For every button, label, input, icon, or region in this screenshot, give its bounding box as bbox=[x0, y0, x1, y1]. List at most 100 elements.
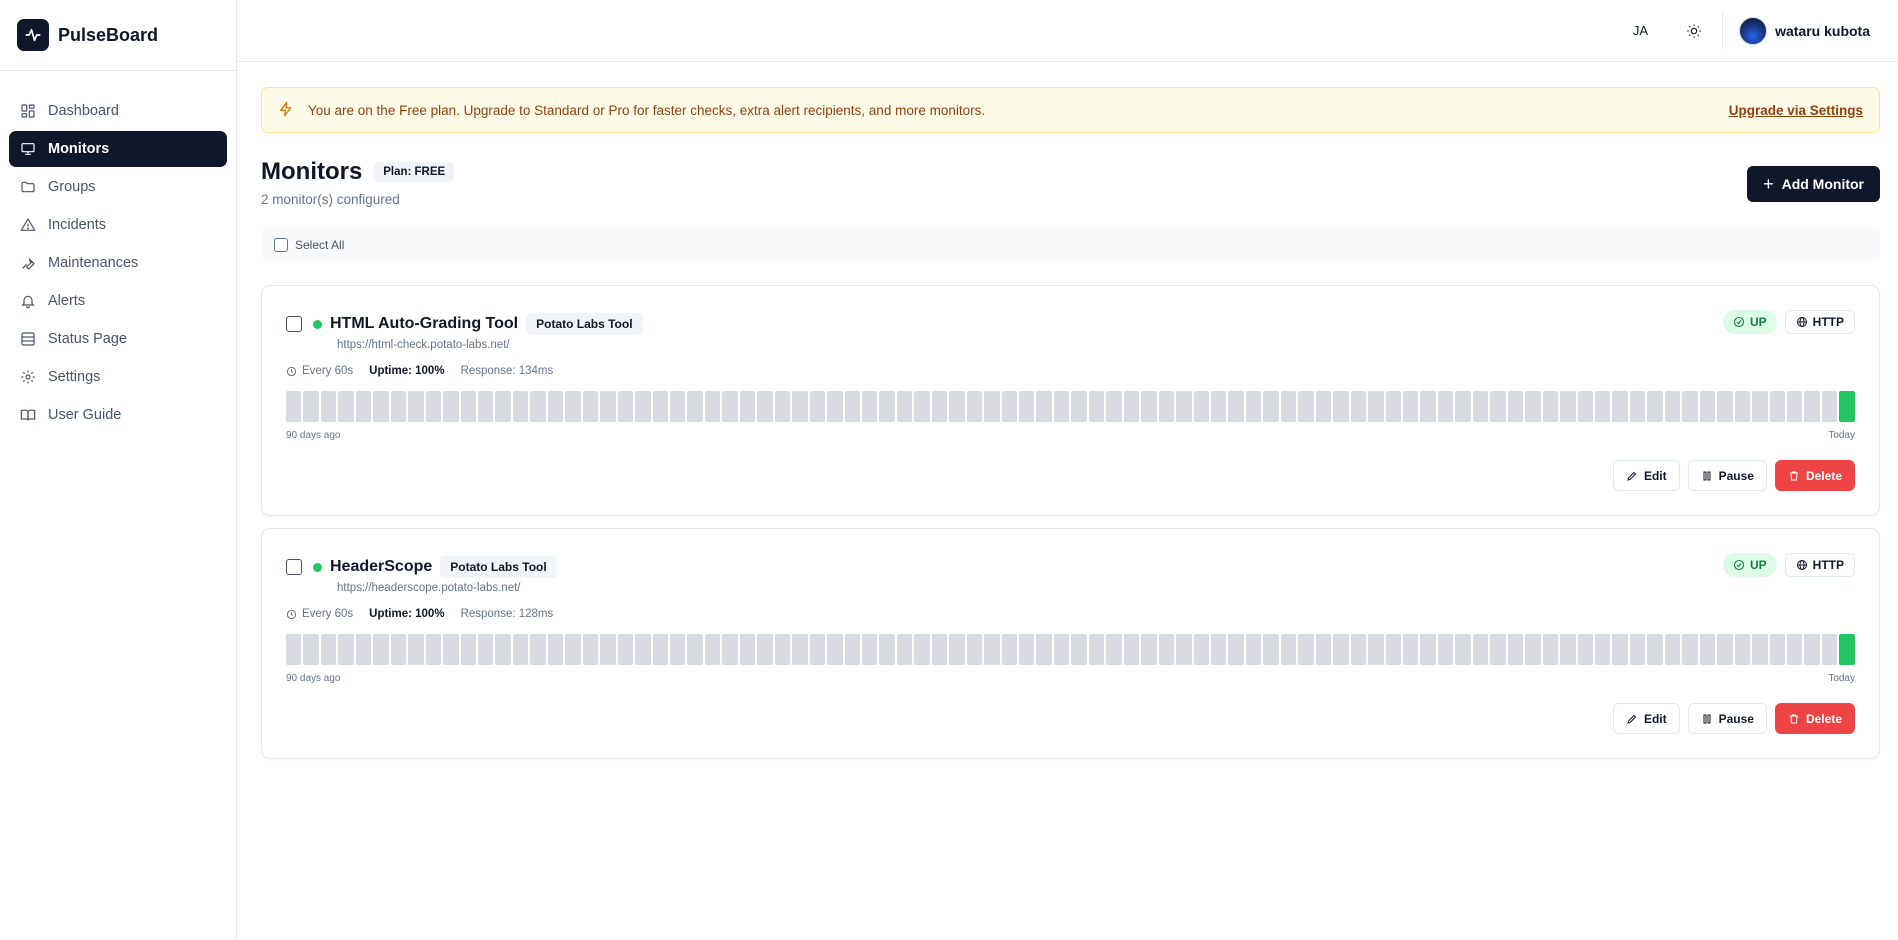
history-day-bar[interactable] bbox=[652, 391, 668, 422]
history-day-bar[interactable] bbox=[477, 391, 494, 422]
history-day-bar[interactable] bbox=[722, 634, 738, 665]
upgrade-link[interactable]: Upgrade via Settings bbox=[1729, 103, 1863, 118]
brand[interactable]: PulseBoard bbox=[0, 0, 236, 71]
history-day-bar[interactable] bbox=[1350, 391, 1367, 422]
monitor-select-checkbox[interactable] bbox=[286, 559, 302, 575]
user-menu[interactable]: wataru kubota bbox=[1739, 16, 1870, 45]
history-day-bar[interactable] bbox=[1769, 634, 1785, 665]
history-day-bar[interactable] bbox=[565, 391, 581, 422]
history-day-bar[interactable] bbox=[1682, 391, 1698, 422]
history-day-bar[interactable] bbox=[565, 634, 581, 665]
history-day-bar[interactable] bbox=[687, 634, 703, 665]
history-day-bar[interactable] bbox=[1717, 391, 1733, 422]
history-day-bar[interactable] bbox=[320, 391, 337, 422]
history-day-bar[interactable] bbox=[722, 391, 738, 422]
history-day-bar[interactable] bbox=[600, 391, 616, 422]
pause-button[interactable]: Pause bbox=[1687, 460, 1767, 491]
history-day-bar[interactable] bbox=[1699, 634, 1716, 665]
history-day-bar[interactable] bbox=[739, 634, 756, 665]
history-day-bar[interactable] bbox=[582, 634, 599, 665]
history-day-bar[interactable] bbox=[1804, 634, 1820, 665]
history-day-bar[interactable] bbox=[1734, 391, 1751, 422]
history-day-bar[interactable] bbox=[1542, 391, 1559, 422]
history-day-bar[interactable] bbox=[477, 634, 494, 665]
history-day-bar[interactable] bbox=[1542, 634, 1559, 665]
history-day-bar[interactable] bbox=[600, 634, 616, 665]
history-day-bar[interactable] bbox=[338, 634, 354, 665]
history-day-bar[interactable] bbox=[1053, 634, 1070, 665]
history-day-bar[interactable] bbox=[408, 634, 424, 665]
history-day-bar[interactable] bbox=[1176, 391, 1192, 422]
history-day-bar[interactable] bbox=[827, 391, 843, 422]
history-day-bar[interactable] bbox=[1071, 634, 1087, 665]
history-day-bar[interactable] bbox=[792, 391, 808, 422]
history-day-bar[interactable] bbox=[704, 391, 721, 422]
history-day-bar[interactable] bbox=[1141, 391, 1157, 422]
history-day-bar[interactable] bbox=[286, 391, 302, 422]
edit-button[interactable]: Edit bbox=[1612, 460, 1680, 491]
history-day-bar[interactable] bbox=[652, 634, 668, 665]
history-day-bar[interactable] bbox=[949, 634, 965, 665]
sidebar-item-settings[interactable]: Settings bbox=[9, 359, 227, 395]
history-day-bar[interactable] bbox=[704, 634, 721, 665]
history-day-bar[interactable] bbox=[1612, 391, 1628, 422]
history-day-bar[interactable] bbox=[1525, 391, 1541, 422]
history-day-bar[interactable] bbox=[1647, 634, 1663, 665]
edit-button[interactable]: Edit bbox=[1612, 703, 1680, 734]
monitor-name[interactable]: HeaderScope bbox=[330, 558, 432, 576]
history-day-bar[interactable] bbox=[1315, 634, 1332, 665]
history-day-bar[interactable] bbox=[390, 391, 407, 422]
history-day-bar[interactable] bbox=[1490, 391, 1506, 422]
history-day-bar[interactable] bbox=[757, 391, 773, 422]
history-day-bar[interactable] bbox=[1053, 391, 1070, 422]
history-day-bar[interactable] bbox=[303, 634, 319, 665]
history-day-bar[interactable] bbox=[984, 391, 1000, 422]
history-day-bar[interactable] bbox=[1612, 634, 1628, 665]
history-day-bar[interactable] bbox=[1821, 634, 1838, 665]
history-day-bar[interactable] bbox=[390, 634, 407, 665]
delete-button[interactable]: Delete bbox=[1774, 460, 1855, 491]
history-day-bar[interactable] bbox=[495, 634, 511, 665]
history-day-bar[interactable] bbox=[1839, 634, 1855, 665]
history-day-bar[interactable] bbox=[914, 391, 930, 422]
history-day-bar[interactable] bbox=[1385, 634, 1401, 665]
history-day-bar[interactable] bbox=[1664, 391, 1681, 422]
sidebar-item-alerts[interactable]: Alerts bbox=[9, 283, 227, 319]
delete-button[interactable]: Delete bbox=[1774, 703, 1855, 734]
history-day-bar[interactable] bbox=[425, 391, 442, 422]
history-day-bar[interactable] bbox=[896, 634, 913, 665]
history-day-bar[interactable] bbox=[1158, 391, 1175, 422]
history-day-bar[interactable] bbox=[1228, 634, 1244, 665]
history-day-bar[interactable] bbox=[687, 391, 703, 422]
history-day-bar[interactable] bbox=[1786, 634, 1803, 665]
history-day-bar[interactable] bbox=[949, 391, 965, 422]
history-day-bar[interactable] bbox=[739, 391, 756, 422]
history-day-bar[interactable] bbox=[1629, 634, 1646, 665]
history-day-bar[interactable] bbox=[1036, 391, 1052, 422]
history-day-bar[interactable] bbox=[1088, 634, 1105, 665]
history-day-bar[interactable] bbox=[547, 634, 564, 665]
history-day-bar[interactable] bbox=[408, 391, 424, 422]
add-monitor-button[interactable]: + Add Monitor bbox=[1747, 166, 1880, 202]
history-day-bar[interactable] bbox=[512, 634, 529, 665]
history-day-bar[interactable] bbox=[1769, 391, 1785, 422]
sidebar-item-groups[interactable]: Groups bbox=[9, 169, 227, 205]
history-day-bar[interactable] bbox=[355, 634, 372, 665]
history-day-bar[interactable] bbox=[774, 391, 791, 422]
history-day-bar[interactable] bbox=[1245, 634, 1262, 665]
history-day-bar[interactable] bbox=[1403, 634, 1419, 665]
history-day-bar[interactable] bbox=[1368, 391, 1384, 422]
history-day-bar[interactable] bbox=[1123, 391, 1140, 422]
sidebar-item-user-guide[interactable]: User Guide bbox=[9, 397, 227, 433]
history-day-bar[interactable] bbox=[1734, 634, 1751, 665]
history-day-bar[interactable] bbox=[338, 391, 354, 422]
monitor-select-checkbox[interactable] bbox=[286, 316, 302, 332]
history-day-bar[interactable] bbox=[1752, 391, 1768, 422]
history-day-bar[interactable] bbox=[1594, 391, 1611, 422]
history-day-bar[interactable] bbox=[1193, 634, 1210, 665]
history-day-bar[interactable] bbox=[809, 391, 826, 422]
history-day-bar[interactable] bbox=[1019, 391, 1035, 422]
history-day-bar[interactable] bbox=[1786, 391, 1803, 422]
history-day-bar[interactable] bbox=[1507, 634, 1524, 665]
history-day-bar[interactable] bbox=[355, 391, 372, 422]
